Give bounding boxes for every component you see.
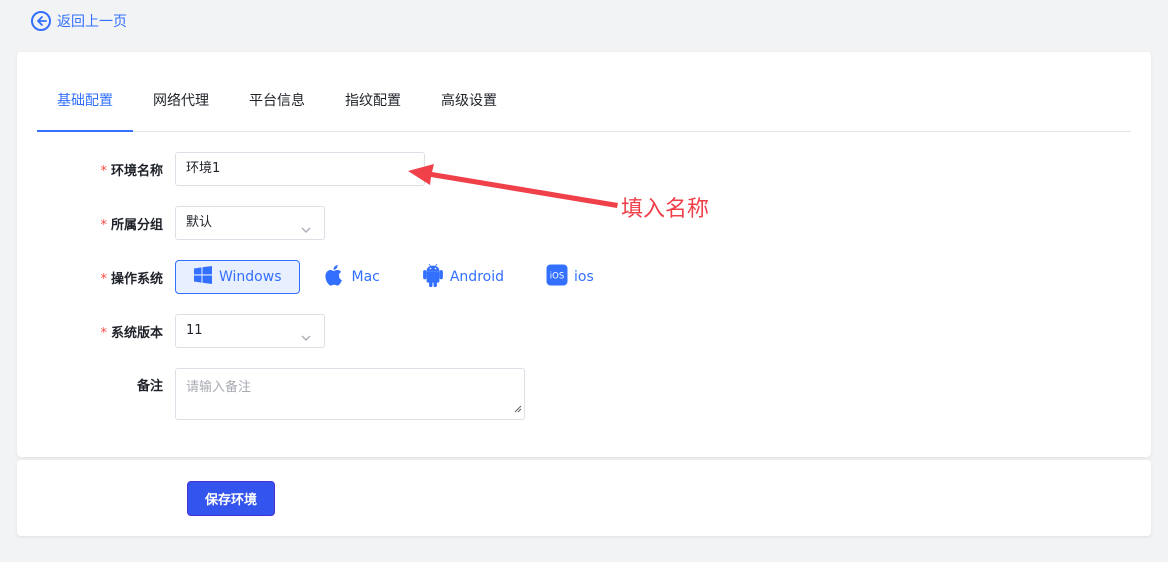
footer-card: 保存环境 (17, 460, 1151, 536)
os-option-label: ios (574, 269, 594, 285)
save-environment-button[interactable]: 保存环境 (187, 481, 275, 516)
version-label: 系统版本 (110, 325, 163, 341)
required-mark: * (100, 217, 107, 233)
back-link[interactable]: 返回上一页 (31, 11, 127, 31)
group-label: 所属分组 (110, 217, 163, 233)
annotation-label: 填入名称 (621, 197, 710, 222)
chevron-down-icon (300, 325, 312, 357)
group-row: * 所属分组 默认 (17, 206, 325, 240)
os-option-android[interactable]: Android (404, 260, 522, 294)
os-option-ios[interactable]: iOS ios (528, 260, 612, 294)
os-row: * 操作系统 Windows Mac Android iOS ios (17, 260, 612, 294)
remark-textarea[interactable]: 请输入备注 (175, 368, 525, 420)
android-icon (422, 263, 444, 291)
windows-icon (193, 265, 213, 289)
version-row: * 系统版本 11 (17, 314, 325, 348)
back-link-label: 返回上一页 (57, 14, 127, 30)
remark-row: 备注 请输入备注 (17, 368, 525, 420)
resize-grip-icon[interactable] (514, 402, 522, 417)
os-option-windows[interactable]: Windows (175, 260, 300, 294)
group-select-value: 默认 (186, 215, 213, 230)
tab-bar: 基础配置 网络代理 平台信息 指纹配置 高级设置 (37, 81, 1131, 132)
required-mark: * (100, 271, 107, 287)
env-name-input[interactable]: 环境1 (175, 152, 425, 186)
tab-network-proxy[interactable]: 网络代理 (133, 81, 229, 131)
version-select[interactable]: 11 (175, 314, 325, 348)
os-option-label: Android (449, 269, 504, 285)
os-radio-group: Windows Mac Android iOS ios (175, 260, 612, 294)
remark-label: 备注 (136, 379, 163, 394)
env-name-label: 环境名称 (110, 163, 163, 179)
arrow-left-icon (31, 11, 51, 31)
os-option-mac[interactable]: Mac (306, 260, 398, 294)
env-name-row: * 环境名称 环境1 (17, 152, 425, 186)
ios-icon: iOS (546, 264, 568, 290)
remark-placeholder: 请输入备注 (186, 380, 252, 395)
version-select-value: 11 (186, 323, 203, 338)
tab-platform-info[interactable]: 平台信息 (229, 81, 325, 131)
os-option-label: Windows (219, 269, 282, 285)
required-mark: * (100, 163, 107, 179)
tab-advanced-settings[interactable]: 高级设置 (421, 81, 517, 131)
group-select[interactable]: 默认 (175, 206, 325, 240)
os-label: 操作系统 (110, 271, 163, 287)
os-option-label: Mac (351, 269, 380, 285)
settings-card: 基础配置 网络代理 平台信息 指纹配置 高级设置 * 环境名称 环境1 * 所属分组… (17, 52, 1151, 457)
required-mark: * (100, 325, 107, 341)
svg-text:iOS: iOS (550, 272, 564, 282)
tab-basic-config[interactable]: 基础配置 (37, 81, 133, 132)
chevron-down-icon (300, 217, 312, 249)
tab-fingerprint-config[interactable]: 指纹配置 (325, 81, 421, 131)
apple-icon (324, 263, 346, 291)
